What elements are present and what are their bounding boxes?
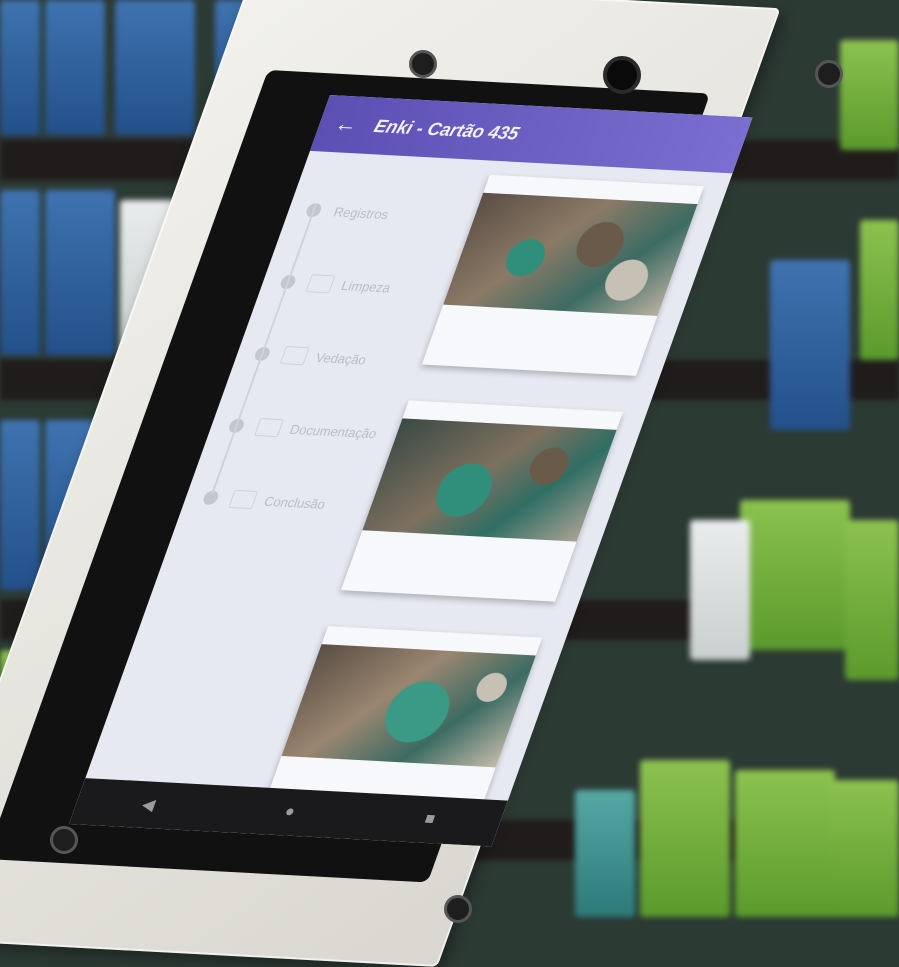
camera-icon (603, 56, 641, 94)
arrow-left-icon[interactable]: ← (331, 111, 362, 138)
image-icon (228, 489, 259, 510)
tablet-enclosure: ← Enki - Cartão 435 Registros Limpeza Ve… (0, 0, 899, 967)
image-icon (253, 417, 284, 438)
step-label: Vedação (313, 349, 369, 367)
machine-photo[interactable] (281, 644, 536, 768)
app-title: Enki - Cartão 435 (371, 115, 523, 144)
circle-home-icon[interactable]: ● (282, 803, 298, 821)
screw-icon (444, 895, 472, 923)
screw-icon (815, 60, 843, 88)
step-label: Documentação (287, 421, 380, 441)
machine-photo[interactable] (362, 418, 617, 542)
image-icon (279, 346, 310, 366)
triangle-back-icon[interactable]: ◀ (139, 795, 158, 816)
screw-icon (50, 826, 78, 854)
step-label: Limpeza (339, 277, 394, 295)
image-icon (305, 274, 336, 294)
square-recents-icon[interactable]: ■ (422, 811, 438, 829)
step-label: Conclusão (262, 493, 328, 512)
step-label: Registros (331, 203, 392, 222)
screw-icon (409, 50, 437, 78)
step-item[interactable]: Registros (294, 174, 477, 254)
machine-photo[interactable] (443, 192, 698, 316)
